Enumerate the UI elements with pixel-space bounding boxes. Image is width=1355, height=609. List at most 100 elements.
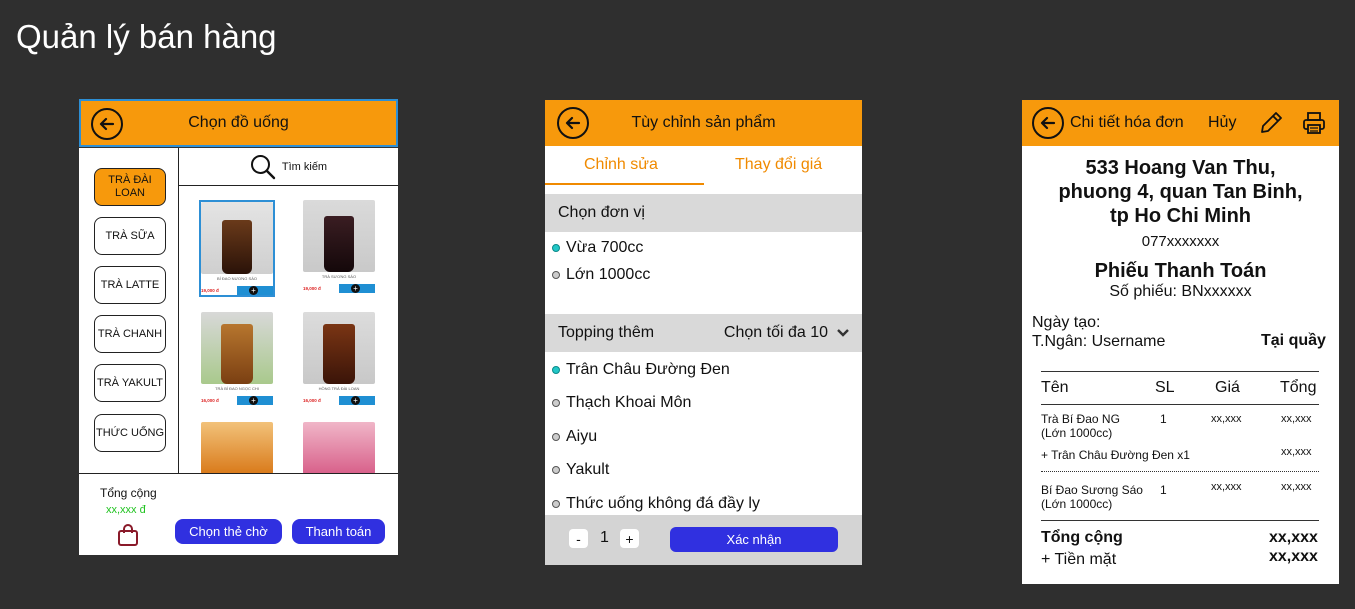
topping-label: Thức uống không đá đầy ly: [566, 495, 760, 512]
qty-minus-button[interactable]: -: [569, 529, 588, 548]
category-thuc-uong[interactable]: THỨC UỐNG: [94, 414, 166, 452]
receipt-number: Số phiếu: BNxxxxxx: [1109, 283, 1252, 300]
product-price: 16,000 đ: [201, 398, 219, 403]
topping-label: Yakult: [566, 461, 610, 478]
cancel-button[interactable]: Hủy: [1208, 114, 1236, 132]
tab-edit[interactable]: Chỉnh sửa: [584, 156, 658, 174]
topping-option[interactable]: Thạch Khoai Môn: [552, 394, 691, 412]
item-qty: 1: [1160, 412, 1167, 426]
header: Chi tiết hóa đơn Hủy: [1022, 100, 1339, 146]
category-tra-yakult[interactable]: TRÀ YAKULT: [94, 364, 166, 402]
search-icon: [250, 154, 276, 179]
divider: [1041, 404, 1319, 405]
address-line: tp Ho Chi Minh: [1109, 205, 1252, 227]
add-button[interactable]: +: [237, 286, 273, 295]
qty-value: 1: [600, 529, 609, 546]
topping-option[interactable]: Aiyu: [552, 428, 597, 446]
active-tab-indicator: [545, 183, 704, 185]
unit-label: Lớn 1000cc: [566, 266, 651, 283]
tab-change-price[interactable]: Thay đổi giá: [735, 156, 822, 174]
page-title: Quản lý bán hàng: [16, 18, 277, 55]
footer: Tổng cộng xx,xxx đ Chọn thẻ chờ Thanh to…: [79, 473, 398, 555]
address-line: phuong 4, quan Tan Binh,: [1058, 181, 1303, 203]
qty-plus-button[interactable]: +: [620, 529, 639, 548]
product-image: [201, 202, 273, 274]
product-card[interactable]: TRÀ BÍ ĐAO NGỌC CHI 16,000 đ +: [201, 312, 273, 405]
item-price: xx,xxx: [1211, 481, 1242, 493]
print-icon[interactable]: [1301, 110, 1327, 136]
product-image: [303, 312, 375, 384]
topping-option[interactable]: Trân Châu Đường Đen: [552, 361, 730, 379]
product-card[interactable]: [201, 422, 273, 474]
unit-option[interactable]: Lớn 1000cc: [552, 266, 650, 284]
radio-icon: [552, 244, 560, 252]
confirm-button[interactable]: Xác nhận: [670, 527, 838, 552]
item-topping: + Trân Châu Đường Đen x1: [1041, 448, 1190, 462]
category-tra-dai-loan[interactable]: TRÀ ĐÀI LOAN: [94, 168, 166, 206]
checkbox-icon: [552, 399, 560, 407]
screen-title: Chọn đồ uống: [188, 114, 289, 131]
product-price: 19,000 đ: [201, 288, 219, 293]
item-total: xx,xxx: [1281, 413, 1312, 425]
sum-value: xx,xxx: [1269, 529, 1318, 546]
add-button[interactable]: +: [237, 396, 273, 405]
add-button[interactable]: +: [339, 396, 375, 405]
checkbox-icon: [552, 366, 560, 374]
product-price: 16,000 đ: [303, 398, 321, 403]
item-name: Trà Bí Đao NG: [1041, 412, 1120, 426]
product-card[interactable]: [303, 422, 375, 474]
created-date-label: Ngày tạo:: [1032, 314, 1101, 331]
drink-select-screen: Chọn đồ uống TRÀ ĐÀI LOAN TRÀ SỮA TRÀ LA…: [79, 99, 398, 555]
checkbox-icon: [552, 433, 560, 441]
product-image: [201, 312, 273, 384]
tab-bar: Chỉnh sửa Thay đổi giá: [545, 146, 862, 194]
category-tra-latte[interactable]: TRÀ LATTE: [94, 266, 166, 304]
sum-label: Tổng cộng: [1041, 529, 1123, 546]
back-icon[interactable]: [1032, 107, 1064, 139]
unit-label: Vừa 700cc: [566, 239, 644, 256]
hold-ticket-button[interactable]: Chọn thẻ chờ: [175, 519, 282, 544]
category-tra-sua[interactable]: TRÀ SỮA: [94, 217, 166, 255]
topping-option[interactable]: Yakult: [552, 461, 609, 479]
product-card[interactable]: TRÀ SƯƠNG SÁO 19,000 đ +: [303, 200, 375, 293]
topping-section-label: Topping thêm: [558, 324, 655, 341]
product-card[interactable]: BÍ ĐAO NƯƠNG SÁO 19,000 đ +: [199, 200, 275, 297]
search-bar[interactable]: Tìm kiếm: [179, 148, 398, 186]
back-icon[interactable]: [91, 108, 123, 140]
item-price: xx,xxx: [1211, 413, 1242, 425]
divider: [1041, 520, 1319, 521]
plus-icon: +: [249, 396, 258, 405]
col-header-price: Giá: [1215, 379, 1240, 396]
shopping-bag-icon[interactable]: [117, 523, 139, 547]
receipt-title: Phiếu Thanh Toán: [1094, 260, 1267, 282]
col-header-total: Tổng: [1280, 379, 1317, 396]
topping-option[interactable]: Thức uống không đá đầy ly: [552, 495, 760, 513]
screen-title: Chi tiết hóa đơn: [1070, 114, 1184, 131]
product-card[interactable]: HỒNG TRÀ ĐÀI LOAN 16,000 đ +: [303, 312, 375, 405]
topping-section-header[interactable]: Topping thêm Chọn tối đa 10: [545, 314, 862, 352]
product-image: [201, 422, 273, 474]
product-price: 19,000 đ: [303, 286, 321, 291]
address-line: 533 Hoang Van Thu,: [1085, 157, 1276, 179]
checkbox-icon: [552, 500, 560, 508]
product-image: [303, 200, 375, 272]
item-name: Bí Đao Sương Sáo: [1041, 483, 1143, 497]
total-value: xx,xxx đ: [106, 504, 146, 516]
product-image: [303, 422, 375, 474]
item-qty: 1: [1160, 483, 1167, 497]
customize-product-screen: Tùy chỉnh sản phẩm Chỉnh sửa Thay đổi gi…: [545, 100, 862, 565]
topping-label: Trân Châu Đường Đen: [566, 361, 730, 378]
plus-icon: +: [351, 396, 360, 405]
total-label: Tổng cộng: [100, 486, 157, 500]
cashier-label: T.Ngân: Username: [1032, 333, 1166, 350]
back-icon[interactable]: [557, 107, 589, 139]
category-tra-chanh[interactable]: TRÀ CHANH: [94, 315, 166, 353]
unit-option[interactable]: Vừa 700cc: [552, 239, 643, 257]
radio-icon: [552, 271, 560, 279]
pay-button[interactable]: Thanh toán: [292, 519, 385, 544]
item-total: xx,xxx: [1281, 481, 1312, 493]
header: Tùy chỉnh sản phẩm: [545, 100, 862, 146]
add-button[interactable]: +: [339, 284, 375, 293]
plus-icon: +: [351, 284, 360, 293]
edit-pencil-icon[interactable]: [1258, 110, 1284, 136]
